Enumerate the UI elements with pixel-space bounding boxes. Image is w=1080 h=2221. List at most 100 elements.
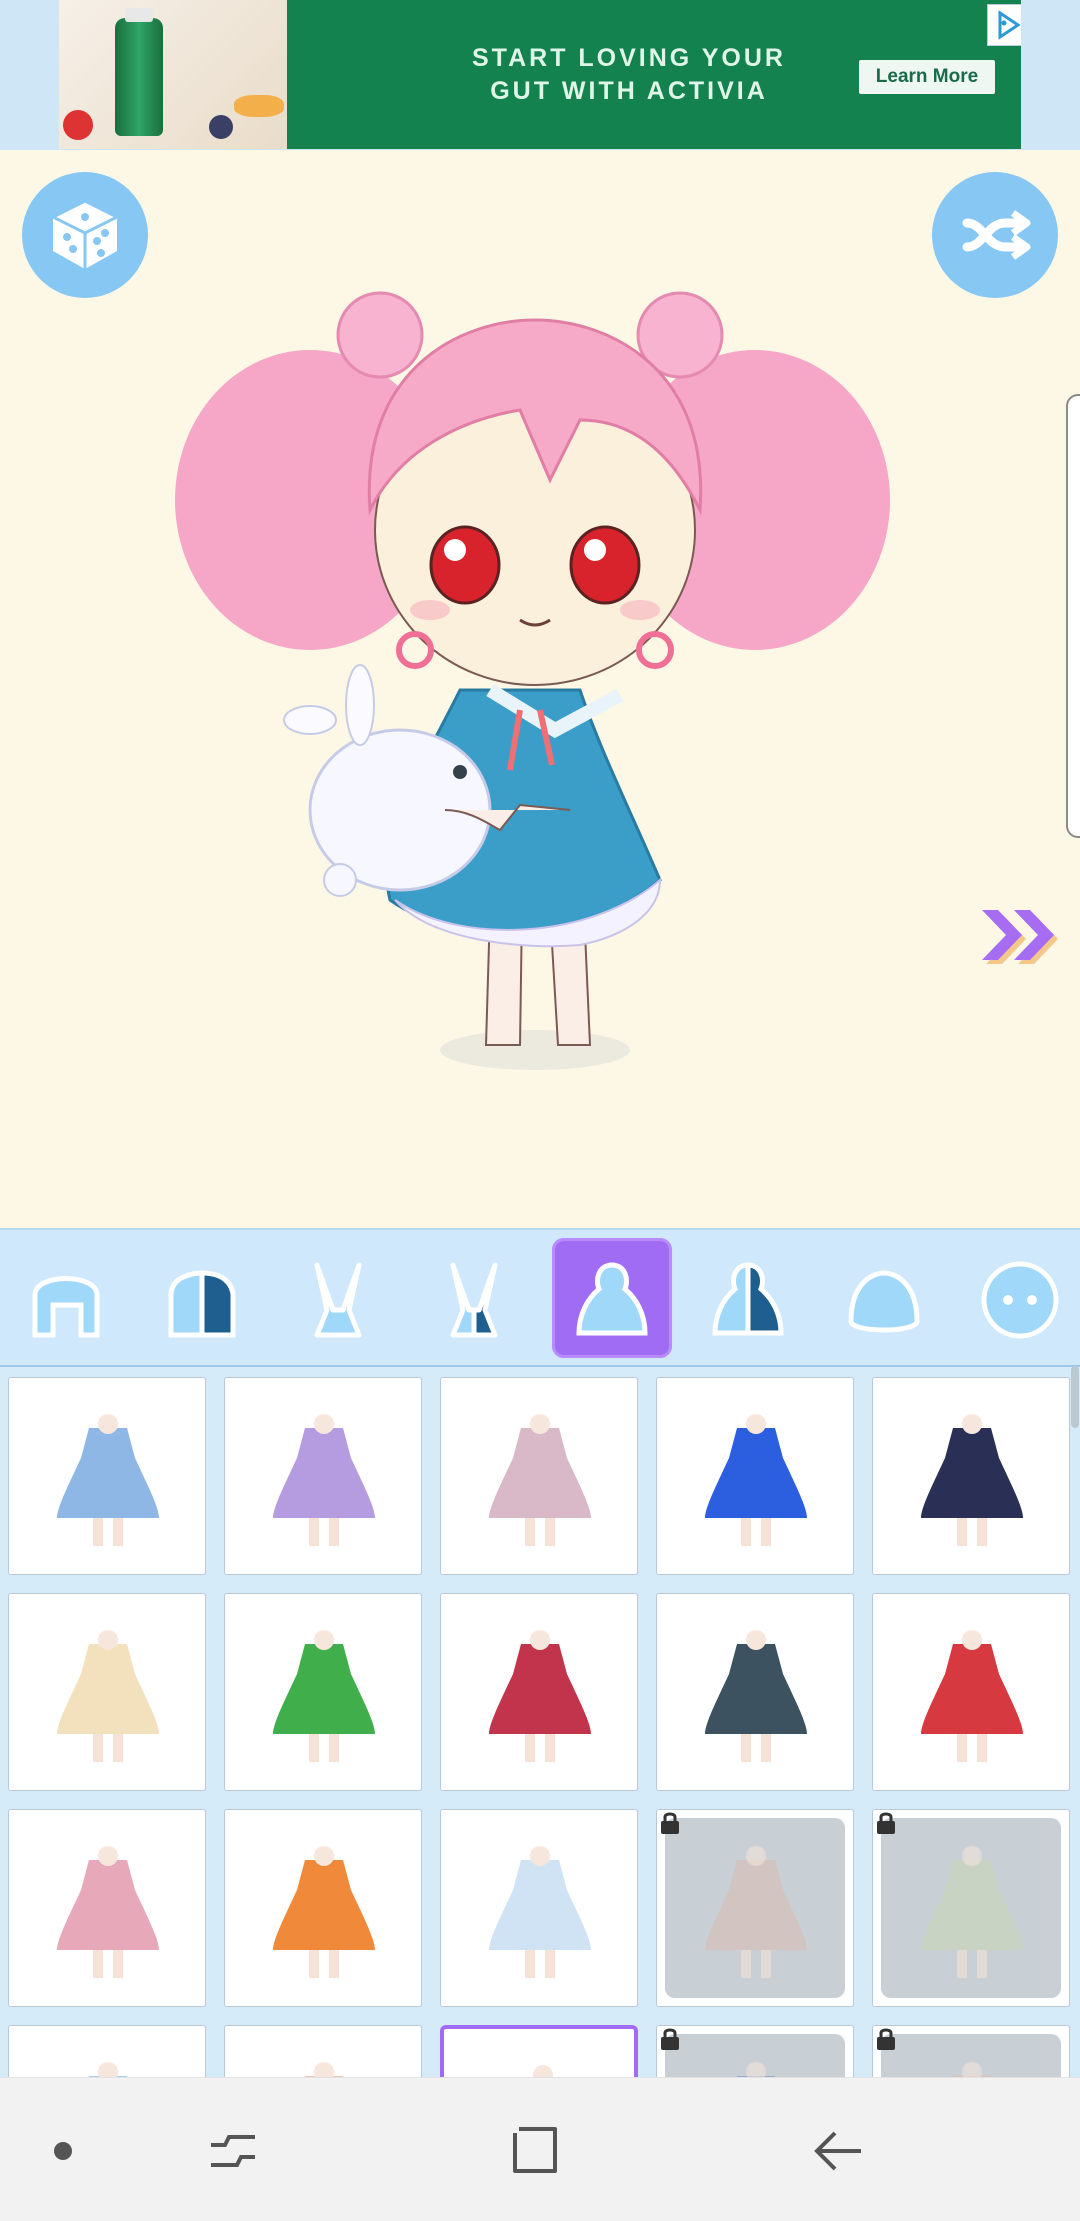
body-silhouette-icon	[576, 1262, 648, 1336]
outfit-tile[interactable]	[872, 1593, 1070, 1791]
outfit-thumbnail	[705, 1414, 807, 1546]
outfit-neck-shape	[98, 1846, 118, 1866]
left-earring	[396, 631, 434, 669]
bunny-ears-icon	[314, 1262, 362, 1338]
shuffle-icon	[962, 210, 1031, 260]
outfit-tile[interactable]	[440, 1377, 638, 1575]
right-eye	[569, 525, 641, 605]
blob-icon	[848, 1270, 920, 1333]
outfit-tile[interactable]	[440, 1593, 638, 1791]
outfit-leg-shape	[113, 1518, 123, 1546]
outfit-neck-shape	[314, 1630, 334, 1650]
outfit-thumbnail	[489, 1414, 591, 1546]
outfit-neck-shape	[962, 1846, 982, 1866]
outfit-tile[interactable]	[8, 2025, 206, 2079]
ad-berry-image	[209, 115, 233, 139]
outfit-dress-shape	[273, 1644, 375, 1734]
outfit-leg-shape	[741, 1734, 751, 1762]
outfit-dress-shape	[921, 1860, 1023, 1950]
outfit-thumbnail	[57, 1630, 159, 1762]
ad-banner-area: START LOVING YOUR GUT WITH ACTIVIA Learn…	[0, 0, 1080, 150]
outfit-neck-shape	[962, 1630, 982, 1650]
outfit-thumbnail	[304, 2062, 344, 2079]
next-double-chevron-icon[interactable]	[976, 900, 1066, 970]
outfit-dress-shape	[57, 1860, 159, 1950]
right-blush	[620, 600, 660, 620]
shuffle-button[interactable]	[932, 172, 1058, 298]
tab-outfit-alt[interactable]	[688, 1238, 808, 1358]
outfit-thumbnail	[489, 1846, 591, 1978]
outfit-leg-shape	[741, 1518, 751, 1546]
tab-outfit[interactable]	[552, 1238, 672, 1358]
outfit-tile[interactable]	[224, 1809, 422, 2007]
outfit-leg-shape	[545, 1734, 555, 1762]
outfit-leg-shape	[977, 1950, 987, 1978]
nav-home-button[interactable]	[500, 2116, 570, 2186]
outfit-leg-shape	[957, 1734, 967, 1762]
outfit-leg-shape	[977, 1734, 987, 1762]
tab-ears-alt[interactable]	[414, 1238, 534, 1358]
ad-banner[interactable]: START LOVING YOUR GUT WITH ACTIVIA Learn…	[59, 0, 1021, 149]
ad-headline-line2: GUT WITH ACTIVIA	[490, 77, 768, 105]
chibi-character	[175, 291, 890, 1070]
outfit-tile[interactable]	[8, 1593, 206, 1791]
nav-back-button[interactable]	[804, 2116, 874, 2186]
outfit-tile[interactable]	[656, 1809, 854, 2007]
tab-ears[interactable]	[278, 1238, 398, 1358]
nav-dot-button[interactable]	[28, 2116, 98, 2186]
ad-choices-icon[interactable]	[987, 4, 1021, 46]
outfit-tile[interactable]	[224, 1593, 422, 1791]
outfit-leg-shape	[309, 1950, 319, 1978]
outfit-tile[interactable]	[872, 1809, 1070, 2007]
system-navigation-bar	[0, 2077, 1080, 2221]
outfit-neck-shape	[746, 1630, 766, 1650]
tab-hair-front[interactable]	[6, 1238, 126, 1358]
outfit-leg-shape	[761, 1734, 771, 1762]
outfit-thumbnail	[705, 1846, 807, 1978]
outfit-thumbnail	[489, 1630, 591, 1762]
outfit-tile[interactable]	[656, 1593, 854, 1791]
right-earring	[636, 631, 674, 669]
outfit-neck-shape	[962, 1414, 982, 1434]
outfit-tile[interactable]	[656, 1377, 854, 1575]
outfit-tile[interactable]	[224, 1377, 422, 1575]
outfit-leg-shape	[309, 1518, 319, 1546]
tab-hair-front-alt[interactable]	[142, 1238, 262, 1358]
outfit-leg-shape	[545, 1518, 555, 1546]
outfit-leg-shape	[93, 1518, 103, 1546]
side-drawer-handle[interactable]	[1066, 394, 1080, 838]
random-dice-button[interactable]	[22, 172, 148, 298]
outfit-dress-shape	[489, 1860, 591, 1950]
outfit-leg-shape	[545, 1950, 555, 1978]
outfit-neck-shape	[746, 1414, 766, 1434]
body-silhouette-alt-icon	[712, 1262, 784, 1336]
outfit-thumbnail	[921, 1846, 1023, 1978]
lock-icon	[661, 2028, 679, 2050]
outfit-thumbnail	[273, 1414, 375, 1546]
dot-icon	[54, 2142, 72, 2160]
tab-face[interactable]	[960, 1238, 1080, 1358]
ad-product-image	[59, 0, 287, 149]
ad-headline-line1: START LOVING YOUR	[472, 44, 786, 72]
nav-recents-button[interactable]	[198, 2116, 268, 2186]
ad-bowl-image	[234, 95, 284, 117]
outfit-neck-shape	[98, 1414, 118, 1434]
outfit-tile[interactable]	[224, 2025, 422, 2079]
outfit-tile[interactable]	[8, 1377, 206, 1575]
outfit-thumbnail	[57, 1846, 159, 1978]
outfit-tile[interactable]	[440, 1809, 638, 2007]
grid-scrollbar[interactable]	[1071, 1366, 1079, 1428]
outfit-neck-shape	[530, 1846, 550, 1866]
outfit-grid	[0, 1365, 1080, 2079]
tab-body[interactable]	[824, 1238, 944, 1358]
ad-learn-more-button[interactable]: Learn More	[859, 60, 995, 94]
outfit-dress-shape	[57, 1428, 159, 1518]
outfit-thumbnail	[921, 1414, 1023, 1546]
outfit-tile[interactable]	[656, 2025, 854, 2079]
outfit-leg-shape	[761, 1518, 771, 1546]
outfit-tile[interactable]	[872, 2025, 1070, 2079]
outfit-tile[interactable]	[8, 1809, 206, 2007]
outfit-tile[interactable]	[440, 2025, 638, 2079]
outfit-tile[interactable]	[872, 1377, 1070, 1575]
bunny-tail	[323, 863, 357, 897]
